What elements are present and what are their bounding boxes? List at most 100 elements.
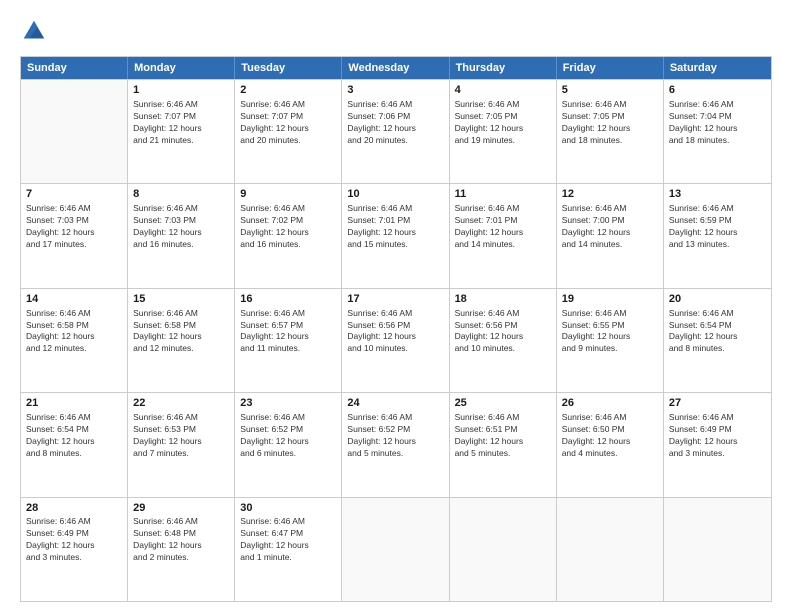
- cell-info: Sunrise: 6:46 AM Sunset: 6:55 PM Dayligh…: [562, 308, 658, 356]
- day-number: 30: [240, 501, 336, 516]
- calendar-cell: [450, 498, 557, 601]
- day-number: 25: [455, 396, 551, 411]
- calendar-row: 28Sunrise: 6:46 AM Sunset: 6:49 PM Dayli…: [21, 497, 771, 601]
- cell-info: Sunrise: 6:46 AM Sunset: 6:47 PM Dayligh…: [240, 516, 336, 564]
- weekday-header: Sunday: [21, 57, 128, 79]
- logo: [20, 18, 52, 46]
- calendar-cell: 26Sunrise: 6:46 AM Sunset: 6:50 PM Dayli…: [557, 393, 664, 496]
- cell-info: Sunrise: 6:46 AM Sunset: 6:56 PM Dayligh…: [455, 308, 551, 356]
- day-number: 4: [455, 83, 551, 98]
- day-number: 20: [669, 292, 766, 307]
- calendar-cell: 7Sunrise: 6:46 AM Sunset: 7:03 PM Daylig…: [21, 184, 128, 287]
- day-number: 27: [669, 396, 766, 411]
- day-number: 1: [133, 83, 229, 98]
- day-number: 7: [26, 187, 122, 202]
- calendar-cell: 14Sunrise: 6:46 AM Sunset: 6:58 PM Dayli…: [21, 289, 128, 392]
- weekday-header: Saturday: [664, 57, 771, 79]
- day-number: 2: [240, 83, 336, 98]
- cell-info: Sunrise: 6:46 AM Sunset: 7:03 PM Dayligh…: [26, 203, 122, 251]
- cell-info: Sunrise: 6:46 AM Sunset: 7:01 PM Dayligh…: [455, 203, 551, 251]
- calendar-cell: 28Sunrise: 6:46 AM Sunset: 6:49 PM Dayli…: [21, 498, 128, 601]
- cell-info: Sunrise: 6:46 AM Sunset: 7:07 PM Dayligh…: [133, 99, 229, 147]
- calendar-cell: 11Sunrise: 6:46 AM Sunset: 7:01 PM Dayli…: [450, 184, 557, 287]
- cell-info: Sunrise: 6:46 AM Sunset: 6:58 PM Dayligh…: [133, 308, 229, 356]
- calendar-cell: 17Sunrise: 6:46 AM Sunset: 6:56 PM Dayli…: [342, 289, 449, 392]
- day-number: 9: [240, 187, 336, 202]
- cell-info: Sunrise: 6:46 AM Sunset: 7:01 PM Dayligh…: [347, 203, 443, 251]
- day-number: 18: [455, 292, 551, 307]
- calendar-cell: 20Sunrise: 6:46 AM Sunset: 6:54 PM Dayli…: [664, 289, 771, 392]
- calendar-cell: 13Sunrise: 6:46 AM Sunset: 6:59 PM Dayli…: [664, 184, 771, 287]
- day-number: 11: [455, 187, 551, 202]
- cell-info: Sunrise: 6:46 AM Sunset: 7:02 PM Dayligh…: [240, 203, 336, 251]
- calendar-cell: 2Sunrise: 6:46 AM Sunset: 7:07 PM Daylig…: [235, 80, 342, 183]
- calendar-cell: 27Sunrise: 6:46 AM Sunset: 6:49 PM Dayli…: [664, 393, 771, 496]
- cell-info: Sunrise: 6:46 AM Sunset: 6:59 PM Dayligh…: [669, 203, 766, 251]
- day-number: 17: [347, 292, 443, 307]
- calendar-cell: 22Sunrise: 6:46 AM Sunset: 6:53 PM Dayli…: [128, 393, 235, 496]
- day-number: 15: [133, 292, 229, 307]
- day-number: 19: [562, 292, 658, 307]
- calendar: SundayMondayTuesdayWednesdayThursdayFrid…: [20, 56, 772, 602]
- day-number: 6: [669, 83, 766, 98]
- day-number: 24: [347, 396, 443, 411]
- cell-info: Sunrise: 6:46 AM Sunset: 6:48 PM Dayligh…: [133, 516, 229, 564]
- calendar-cell: [664, 498, 771, 601]
- day-number: 8: [133, 187, 229, 202]
- day-number: 29: [133, 501, 229, 516]
- cell-info: Sunrise: 6:46 AM Sunset: 6:54 PM Dayligh…: [26, 412, 122, 460]
- day-number: 10: [347, 187, 443, 202]
- day-number: 3: [347, 83, 443, 98]
- cell-info: Sunrise: 6:46 AM Sunset: 7:00 PM Dayligh…: [562, 203, 658, 251]
- cell-info: Sunrise: 6:46 AM Sunset: 7:05 PM Dayligh…: [562, 99, 658, 147]
- cell-info: Sunrise: 6:46 AM Sunset: 7:07 PM Dayligh…: [240, 99, 336, 147]
- calendar-cell: 18Sunrise: 6:46 AM Sunset: 6:56 PM Dayli…: [450, 289, 557, 392]
- weekday-header: Friday: [557, 57, 664, 79]
- cell-info: Sunrise: 6:46 AM Sunset: 6:49 PM Dayligh…: [669, 412, 766, 460]
- calendar-cell: 21Sunrise: 6:46 AM Sunset: 6:54 PM Dayli…: [21, 393, 128, 496]
- day-number: 23: [240, 396, 336, 411]
- weekday-header: Monday: [128, 57, 235, 79]
- calendar-cell: 1Sunrise: 6:46 AM Sunset: 7:07 PM Daylig…: [128, 80, 235, 183]
- calendar-cell: 10Sunrise: 6:46 AM Sunset: 7:01 PM Dayli…: [342, 184, 449, 287]
- calendar-cell: 15Sunrise: 6:46 AM Sunset: 6:58 PM Dayli…: [128, 289, 235, 392]
- cell-info: Sunrise: 6:46 AM Sunset: 6:51 PM Dayligh…: [455, 412, 551, 460]
- day-number: 14: [26, 292, 122, 307]
- calendar-header: SundayMondayTuesdayWednesdayThursdayFrid…: [21, 57, 771, 79]
- calendar-row: 1Sunrise: 6:46 AM Sunset: 7:07 PM Daylig…: [21, 79, 771, 183]
- cell-info: Sunrise: 6:46 AM Sunset: 6:52 PM Dayligh…: [347, 412, 443, 460]
- calendar-cell: [557, 498, 664, 601]
- weekday-header: Wednesday: [342, 57, 449, 79]
- calendar-cell: 16Sunrise: 6:46 AM Sunset: 6:57 PM Dayli…: [235, 289, 342, 392]
- calendar-cell: 25Sunrise: 6:46 AM Sunset: 6:51 PM Dayli…: [450, 393, 557, 496]
- calendar-cell: 29Sunrise: 6:46 AM Sunset: 6:48 PM Dayli…: [128, 498, 235, 601]
- calendar-cell: 4Sunrise: 6:46 AM Sunset: 7:05 PM Daylig…: [450, 80, 557, 183]
- calendar-cell: [21, 80, 128, 183]
- calendar-cell: 24Sunrise: 6:46 AM Sunset: 6:52 PM Dayli…: [342, 393, 449, 496]
- cell-info: Sunrise: 6:46 AM Sunset: 6:57 PM Dayligh…: [240, 308, 336, 356]
- cell-info: Sunrise: 6:46 AM Sunset: 7:04 PM Dayligh…: [669, 99, 766, 147]
- day-number: 22: [133, 396, 229, 411]
- calendar-cell: 30Sunrise: 6:46 AM Sunset: 6:47 PM Dayli…: [235, 498, 342, 601]
- calendar-cell: 3Sunrise: 6:46 AM Sunset: 7:06 PM Daylig…: [342, 80, 449, 183]
- cell-info: Sunrise: 6:46 AM Sunset: 7:03 PM Dayligh…: [133, 203, 229, 251]
- weekday-header: Thursday: [450, 57, 557, 79]
- cell-info: Sunrise: 6:46 AM Sunset: 7:05 PM Dayligh…: [455, 99, 551, 147]
- calendar-row: 7Sunrise: 6:46 AM Sunset: 7:03 PM Daylig…: [21, 183, 771, 287]
- calendar-cell: 6Sunrise: 6:46 AM Sunset: 7:04 PM Daylig…: [664, 80, 771, 183]
- calendar-cell: 19Sunrise: 6:46 AM Sunset: 6:55 PM Dayli…: [557, 289, 664, 392]
- weekday-header: Tuesday: [235, 57, 342, 79]
- calendar-row: 21Sunrise: 6:46 AM Sunset: 6:54 PM Dayli…: [21, 392, 771, 496]
- calendar-row: 14Sunrise: 6:46 AM Sunset: 6:58 PM Dayli…: [21, 288, 771, 392]
- calendar-body: 1Sunrise: 6:46 AM Sunset: 7:07 PM Daylig…: [21, 79, 771, 601]
- calendar-cell: [342, 498, 449, 601]
- cell-info: Sunrise: 6:46 AM Sunset: 6:56 PM Dayligh…: [347, 308, 443, 356]
- day-number: 26: [562, 396, 658, 411]
- cell-info: Sunrise: 6:46 AM Sunset: 7:06 PM Dayligh…: [347, 99, 443, 147]
- day-number: 5: [562, 83, 658, 98]
- cell-info: Sunrise: 6:46 AM Sunset: 6:58 PM Dayligh…: [26, 308, 122, 356]
- cell-info: Sunrise: 6:46 AM Sunset: 6:54 PM Dayligh…: [669, 308, 766, 356]
- calendar-cell: 9Sunrise: 6:46 AM Sunset: 7:02 PM Daylig…: [235, 184, 342, 287]
- calendar-cell: 12Sunrise: 6:46 AM Sunset: 7:00 PM Dayli…: [557, 184, 664, 287]
- calendar-cell: 5Sunrise: 6:46 AM Sunset: 7:05 PM Daylig…: [557, 80, 664, 183]
